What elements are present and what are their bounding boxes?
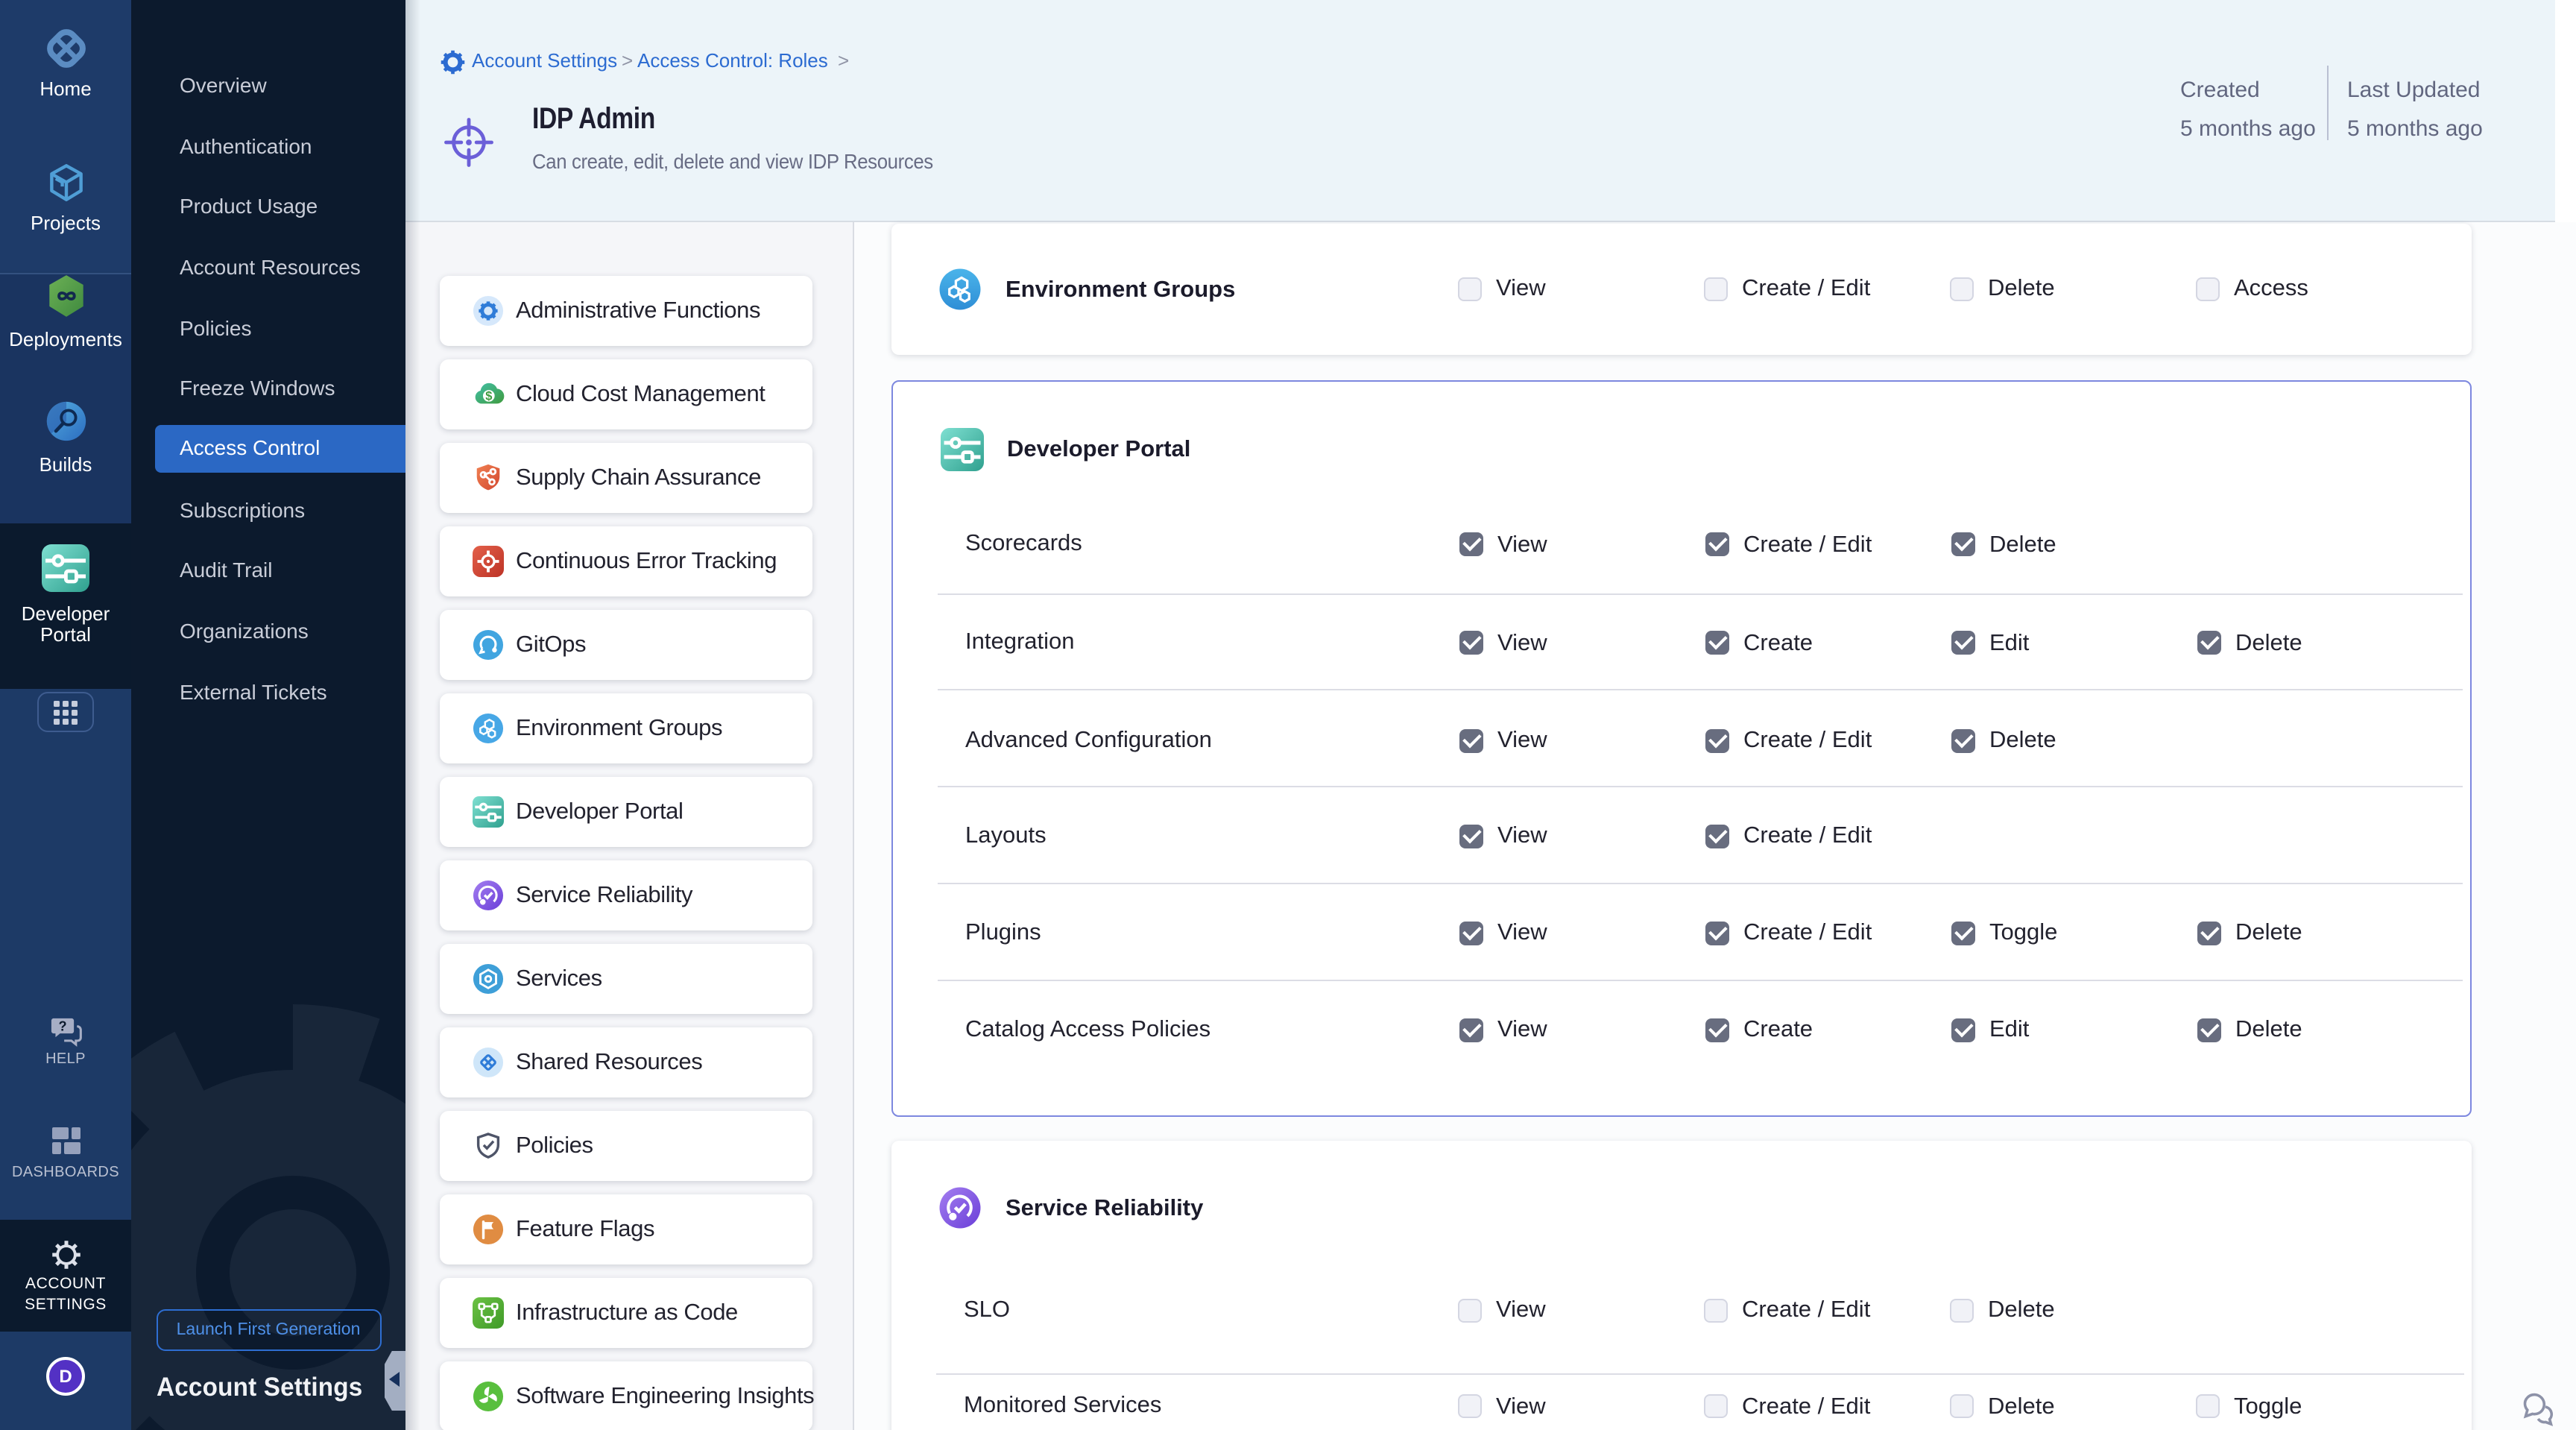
svg-text:$: $ <box>485 390 492 403</box>
svg-text:?: ? <box>58 1018 66 1033</box>
